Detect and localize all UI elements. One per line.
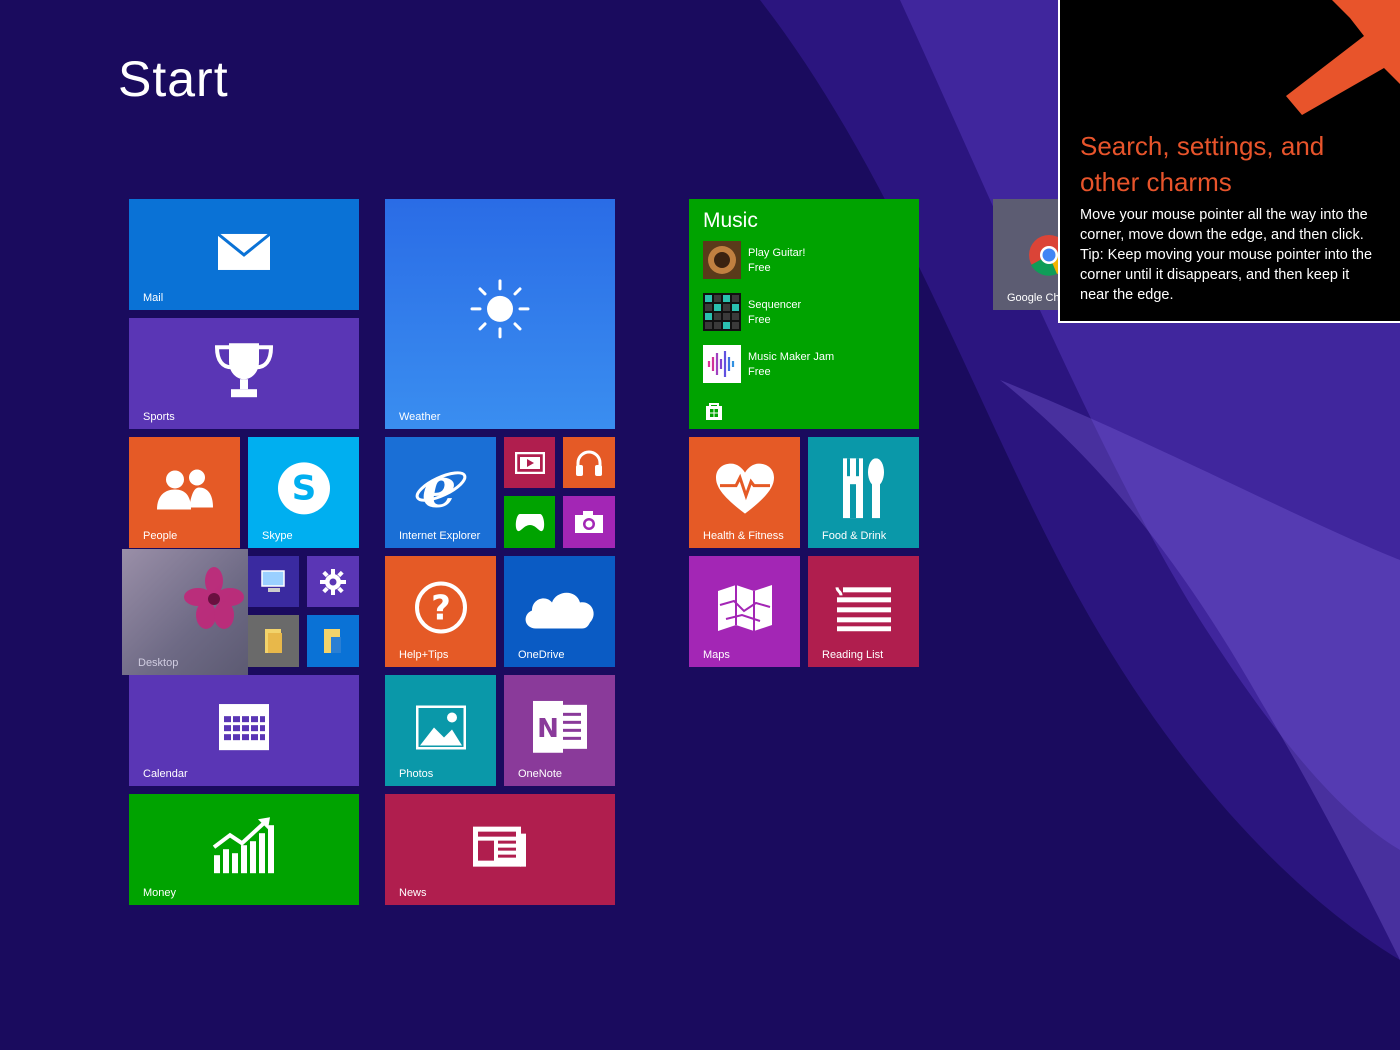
music-item[interactable]: Play Guitar! Free: [703, 241, 913, 281]
store-icon: [706, 403, 722, 420]
internet-explorer-icon: e: [415, 460, 466, 516]
music-item[interactable]: Sequencer Free: [703, 293, 913, 333]
sequencer-app-icon: [703, 293, 741, 331]
music-item-price: Free: [748, 262, 771, 274]
tile-reading-list-label: Reading List: [822, 649, 884, 661]
camera-icon: [575, 511, 603, 533]
fork-knife-icon: [842, 457, 884, 518]
heart-pulse-icon: [715, 463, 774, 514]
help-icon: ?: [414, 581, 467, 634]
music-title: Music: [703, 209, 758, 232]
tile-weather-label: Weather: [399, 411, 441, 423]
tile-food-drink[interactable]: Food & Drink: [808, 437, 919, 548]
gear-icon: [320, 568, 346, 595]
tile-maps-label: Maps: [703, 649, 730, 661]
tile-pc-settings[interactable]: [307, 556, 359, 607]
tile-photos-label: Photos: [399, 768, 434, 780]
tile-pc-settings-computer[interactable]: [248, 556, 299, 607]
chrome-icon: [1029, 235, 1059, 276]
music-item[interactable]: Music Maker Jam Free: [703, 345, 913, 385]
money-chart-icon: [212, 816, 274, 873]
music-item-price: Free: [748, 366, 771, 378]
tile-google-chrome[interactable]: Google Ch: [993, 199, 1059, 310]
trophy-icon: [214, 342, 274, 397]
page-title: Start: [118, 51, 229, 107]
reading-list-icon: [835, 586, 891, 631]
mail-icon: [217, 232, 271, 270]
calendar-icon: [219, 703, 269, 750]
skype-icon: S: [277, 461, 330, 514]
tile-camera[interactable]: [563, 496, 615, 548]
svg-text:e: e: [421, 460, 455, 516]
tile-internet-explorer[interactable]: e Internet Explorer: [385, 437, 496, 548]
tile-games[interactable]: [504, 496, 555, 548]
tile-news-label: News: [399, 887, 427, 899]
tile-people[interactable]: People: [129, 437, 240, 548]
music-maker-app-icon: [703, 345, 741, 383]
svg-text:S: S: [291, 468, 316, 508]
music-item-name: Play Guitar!: [748, 247, 806, 259]
tile-video[interactable]: [504, 437, 555, 488]
onenote-icon: N: [532, 700, 587, 753]
tile-health-fitness-label: Health & Fitness: [703, 530, 784, 542]
tile-onedrive[interactable]: OneDrive: [504, 556, 615, 667]
news-icon: [473, 826, 526, 867]
svg-text:?: ?: [431, 588, 451, 628]
tile-money[interactable]: Money: [129, 794, 359, 905]
tile-weather[interactable]: Weather: [385, 199, 615, 429]
tile-desktop-label: Desktop: [138, 657, 179, 669]
tile-documents[interactable]: [307, 615, 359, 667]
game-controller-icon: [515, 514, 544, 532]
tile-file-explorer[interactable]: [248, 615, 299, 667]
tile-skype-label: Skype: [262, 530, 293, 542]
charms-tip-heading: Search, settings, and other charms: [1080, 131, 1325, 197]
video-icon: [514, 451, 545, 474]
tile-onenote[interactable]: N OneNote: [504, 675, 615, 786]
tile-help-tips-label: Help+Tips: [399, 649, 449, 661]
map-icon: [717, 584, 772, 631]
headphones-icon: [576, 450, 602, 476]
tile-onenote-label: OneNote: [518, 768, 563, 780]
tile-mail-label: Mail: [143, 292, 164, 304]
file-explorer-icon: [324, 629, 341, 653]
tile-google-chrome-label: Google Ch: [1007, 292, 1059, 304]
guitar-app-icon: [703, 241, 741, 279]
flower-icon: [184, 567, 244, 629]
tile-help-tips[interactable]: ? Help+Tips: [385, 556, 496, 667]
arrow-up-right-icon: [1286, 0, 1400, 115]
folder-icon: [264, 629, 282, 653]
charms-tip-body: Move your mouse pointer all the way into…: [1080, 207, 1373, 303]
tile-onedrive-label: OneDrive: [518, 649, 565, 661]
tile-maps[interactable]: Maps: [689, 556, 800, 667]
tile-sports-label: Sports: [143, 411, 175, 423]
music-item-price: Free: [748, 314, 771, 326]
people-icon: [156, 468, 213, 509]
tile-music-store[interactable]: Music Play Guitar! Free Sequencer Free M…: [689, 199, 919, 429]
tile-mail[interactable]: Mail: [129, 199, 359, 310]
tile-food-drink-label: Food & Drink: [822, 530, 887, 542]
svg-text:N: N: [537, 713, 559, 743]
music-item-name: Music Maker Jam: [748, 351, 835, 363]
tile-calendar-label: Calendar: [143, 768, 188, 780]
tile-money-label: Money: [143, 887, 177, 899]
tile-sports[interactable]: Sports: [129, 318, 359, 429]
charms-tip-panel: Search, settings, and other charms Move …: [1058, 0, 1400, 323]
tile-people-label: People: [143, 530, 178, 542]
tile-calendar[interactable]: Calendar: [129, 675, 359, 786]
tile-skype[interactable]: S Skype: [248, 437, 359, 548]
computer-icon: [260, 569, 285, 592]
tile-desktop[interactable]: Desktop: [122, 549, 248, 675]
tile-internet-explorer-label: Internet Explorer: [399, 530, 481, 542]
photos-icon: [415, 704, 466, 749]
tile-music-app[interactable]: [563, 437, 615, 488]
tile-health-fitness[interactable]: Health & Fitness: [689, 437, 800, 548]
tile-news[interactable]: News: [385, 794, 615, 905]
cloud-icon: [525, 592, 594, 628]
tile-reading-list[interactable]: Reading List: [808, 556, 919, 667]
sun-icon: [470, 279, 530, 339]
tile-photos[interactable]: Photos: [385, 675, 496, 786]
music-item-name: Sequencer: [748, 299, 802, 311]
